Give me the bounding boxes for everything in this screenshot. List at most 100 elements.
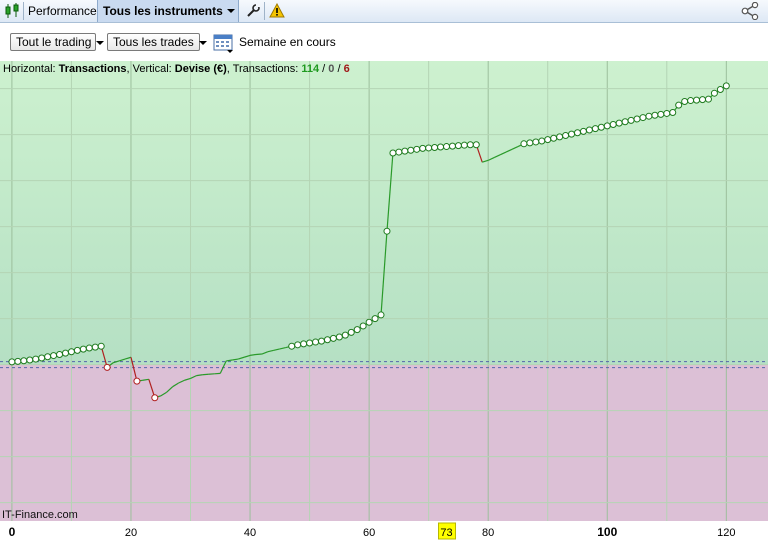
trade-marker[interactable]	[408, 147, 414, 153]
trading-filter-label: Tout le trading	[16, 35, 91, 49]
trade-marker[interactable]	[723, 83, 729, 89]
trade-marker[interactable]	[473, 142, 479, 148]
trade-marker[interactable]	[33, 356, 39, 362]
trade-marker[interactable]	[378, 312, 384, 318]
trade-marker[interactable]	[646, 113, 652, 119]
trade-marker[interactable]	[342, 332, 348, 338]
trade-marker[interactable]	[390, 150, 396, 156]
trade-marker[interactable]	[92, 344, 98, 350]
trade-marker[interactable]	[74, 347, 80, 353]
trade-marker[interactable]	[348, 329, 354, 335]
trade-marker[interactable]	[354, 327, 360, 333]
trade-marker[interactable]	[592, 126, 598, 132]
trade-marker[interactable]	[676, 102, 682, 108]
trade-marker[interactable]	[694, 97, 700, 103]
performance-button[interactable]: Performance	[28, 0, 97, 22]
trade-marker[interactable]	[313, 339, 319, 345]
trade-marker[interactable]	[574, 130, 580, 136]
trade-marker[interactable]	[432, 144, 438, 150]
candlestick-icon[interactable]	[3, 0, 23, 22]
trade-marker[interactable]	[98, 343, 104, 349]
trade-marker[interactable]	[634, 116, 640, 122]
trade-marker[interactable]	[80, 346, 86, 352]
trade-marker[interactable]	[289, 343, 295, 349]
trade-marker[interactable]	[420, 145, 426, 151]
win-count: 114	[301, 63, 320, 75]
trade-marker[interactable]	[598, 124, 604, 130]
trade-marker[interactable]	[652, 112, 658, 118]
trade-marker[interactable]	[533, 139, 539, 145]
trade-marker[interactable]	[68, 349, 74, 355]
trading-filter-dropdown[interactable]: Tout le trading	[10, 33, 96, 51]
trade-marker[interactable]	[658, 111, 664, 117]
trade-marker[interactable]	[324, 337, 330, 343]
trade-marker[interactable]	[664, 110, 670, 116]
trade-marker[interactable]	[711, 90, 717, 96]
trade-marker[interactable]	[569, 131, 575, 137]
trade-marker[interactable]	[586, 127, 592, 133]
trade-marker[interactable]	[396, 149, 402, 155]
trade-marker[interactable]	[467, 142, 473, 148]
trade-marker[interactable]	[628, 117, 634, 123]
trade-marker[interactable]	[27, 357, 33, 363]
trade-marker[interactable]	[426, 145, 432, 151]
trade-marker[interactable]	[330, 335, 336, 341]
trade-marker[interactable]	[527, 140, 533, 146]
trade-marker[interactable]	[318, 338, 324, 344]
trade-marker[interactable]	[580, 128, 586, 134]
trade-marker[interactable]	[700, 97, 706, 103]
trade-marker[interactable]	[21, 358, 27, 364]
trade-marker[interactable]	[301, 341, 307, 347]
chevron-down-icon	[199, 41, 207, 45]
trade-marker[interactable]	[604, 123, 610, 129]
trade-marker[interactable]	[545, 137, 551, 143]
trade-marker[interactable]	[45, 354, 51, 360]
trade-marker[interactable]	[414, 146, 420, 152]
trade-marker[interactable]	[336, 334, 342, 340]
trade-marker[interactable]	[455, 143, 461, 149]
trade-marker-loss[interactable]	[104, 364, 110, 370]
trade-marker[interactable]	[307, 340, 313, 346]
share-icon[interactable]	[740, 0, 760, 22]
trade-marker[interactable]	[384, 228, 390, 234]
trade-marker[interactable]	[521, 141, 527, 147]
trade-marker[interactable]	[15, 358, 21, 364]
trade-marker[interactable]	[539, 138, 545, 144]
trade-marker[interactable]	[366, 319, 372, 325]
trade-marker[interactable]	[717, 87, 723, 93]
trade-marker[interactable]	[9, 359, 15, 365]
trade-marker-loss[interactable]	[152, 395, 158, 401]
trade-marker[interactable]	[610, 121, 616, 127]
trade-marker[interactable]	[682, 98, 688, 104]
trade-marker[interactable]	[62, 350, 68, 356]
trade-marker[interactable]	[449, 143, 455, 149]
trade-marker[interactable]	[51, 353, 57, 359]
trade-marker[interactable]	[57, 351, 63, 357]
instruments-dropdown[interactable]: Tous les instruments	[97, 0, 239, 22]
calendar-icon[interactable]	[213, 32, 235, 57]
trade-marker[interactable]	[86, 345, 92, 351]
trade-marker[interactable]	[461, 142, 467, 148]
trade-marker[interactable]	[563, 133, 569, 139]
trade-marker[interactable]	[372, 316, 378, 322]
v-value: Devise (€)	[175, 63, 227, 75]
trade-marker[interactable]	[557, 134, 563, 140]
wrench-icon[interactable]	[245, 0, 261, 22]
warning-icon[interactable]	[269, 0, 285, 22]
trades-filter-label: Tous les trades	[113, 35, 194, 49]
trade-marker[interactable]	[551, 135, 557, 141]
trade-marker[interactable]	[640, 115, 646, 121]
trade-marker[interactable]	[402, 148, 408, 154]
trade-marker[interactable]	[360, 323, 366, 329]
trade-marker[interactable]	[444, 144, 450, 150]
trade-marker[interactable]	[616, 120, 622, 126]
trades-filter-dropdown[interactable]: Tous les trades	[107, 33, 200, 51]
trade-marker[interactable]	[295, 342, 301, 348]
trade-marker-loss[interactable]	[134, 378, 140, 384]
trade-marker[interactable]	[670, 110, 676, 116]
trade-marker[interactable]	[705, 96, 711, 102]
trade-marker[interactable]	[622, 119, 628, 125]
trade-marker[interactable]	[39, 355, 45, 361]
trade-marker[interactable]	[688, 98, 694, 104]
trade-marker[interactable]	[438, 144, 444, 150]
